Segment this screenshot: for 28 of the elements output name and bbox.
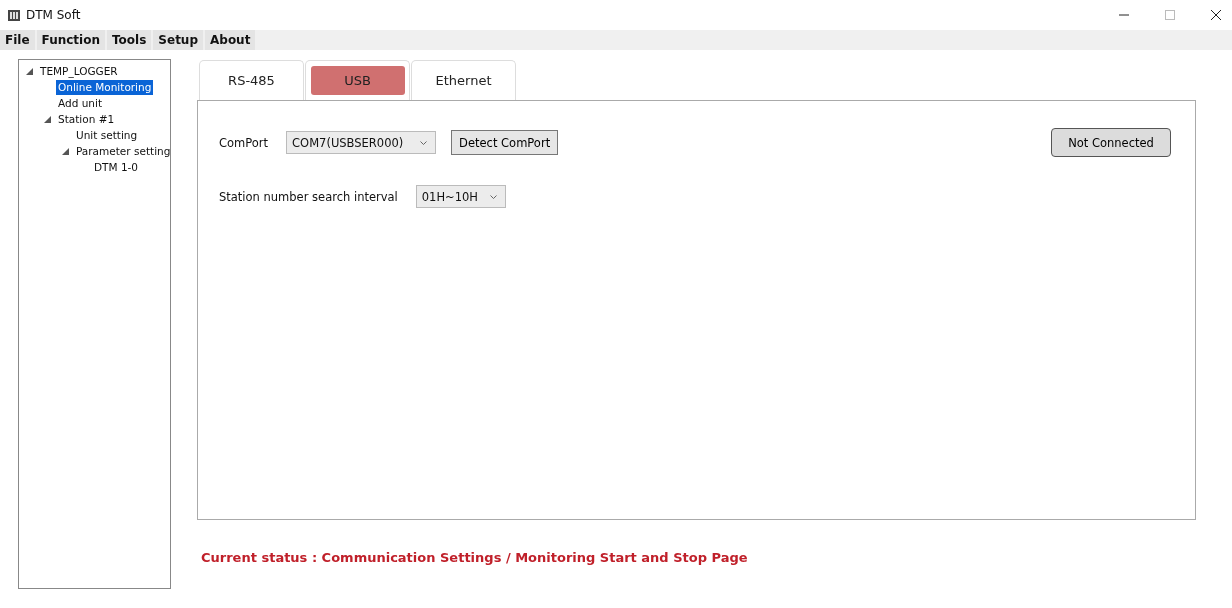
dropdown-caret-icon <box>420 140 428 145</box>
menu-item[interactable]: Setup <box>153 30 203 50</box>
tab[interactable]: USB <box>310 66 405 95</box>
tree-item[interactable]: Online Monitoring <box>56 79 154 95</box>
tree-item[interactable]: DTM 1-0 <box>92 159 141 175</box>
close-icon[interactable] <box>1210 9 1222 21</box>
menu-item[interactable]: File <box>0 30 35 50</box>
menu-item[interactable]: Tools <box>107 30 152 50</box>
status-text: Current status : Communication Settings / Monitoring Start and Stop Page <box>201 550 749 565</box>
field-label: ComPort <box>219 135 269 150</box>
detect-comport-button[interactable]: Detect ComPort <box>451 130 559 155</box>
interval-dropdown[interactable]: 01H~10H <box>415 185 506 208</box>
tree-item[interactable]: Parameter setting <box>74 143 173 159</box>
app-icon <box>7 8 21 22</box>
expand-triangle-icon[interactable] <box>62 147 69 155</box>
expand-triangle-icon[interactable] <box>44 115 51 123</box>
tree-item[interactable]: Unit setting <box>74 127 140 143</box>
menu-item[interactable]: About <box>205 30 256 50</box>
menu-item[interactable]: Function <box>36 30 105 50</box>
tree-item[interactable]: Station #1 <box>56 111 117 127</box>
comport-dropdown[interactable]: COM7(USBSER000) <box>286 131 437 154</box>
connection-button[interactable]: Not Connected <box>1051 128 1171 157</box>
dropdown-caret-icon <box>489 194 497 199</box>
tree-item[interactable]: Add unit <box>56 95 104 111</box>
tree-item[interactable]: TEMP_LOGGER <box>38 63 120 79</box>
window-title: DTM Soft <box>26 8 81 22</box>
expand-triangle-icon[interactable] <box>26 67 33 75</box>
field-label: Station number search interval <box>219 189 398 204</box>
